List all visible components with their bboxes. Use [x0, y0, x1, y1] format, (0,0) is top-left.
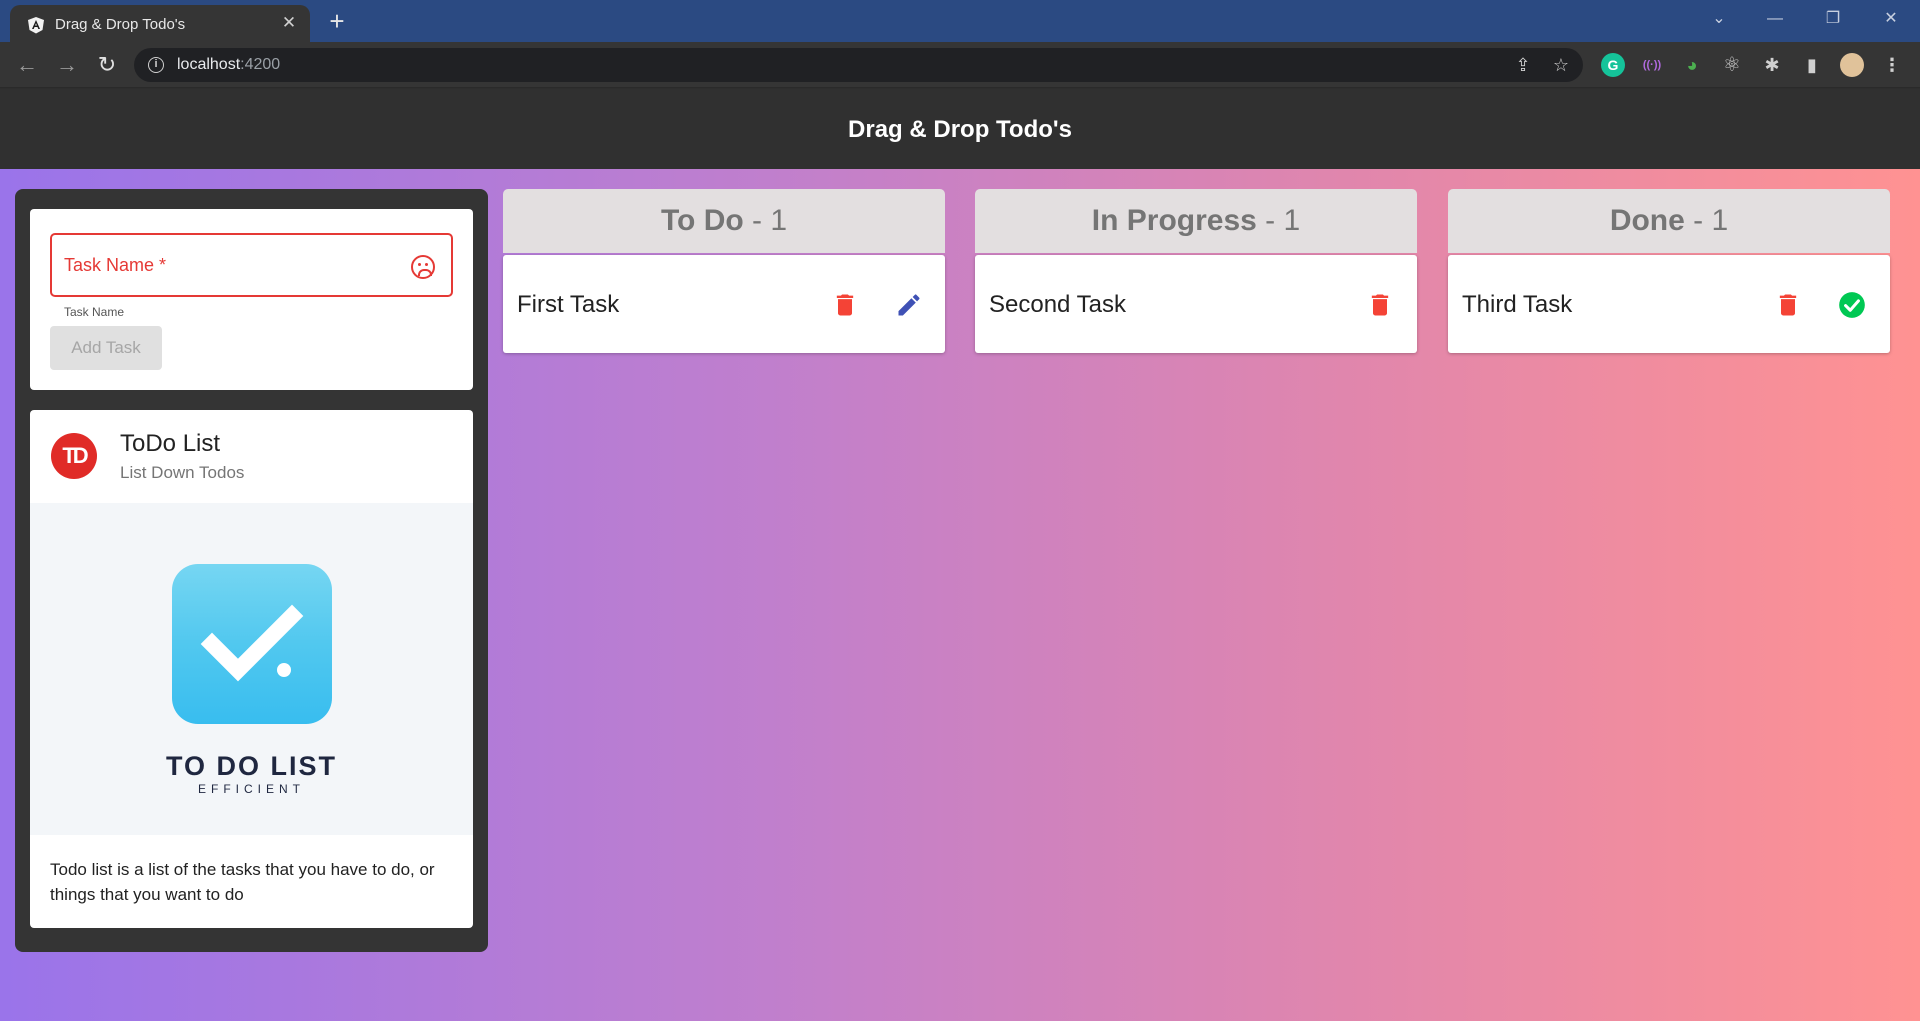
site-info-icon[interactable]: i: [148, 57, 164, 73]
share-icon[interactable]: ⇪: [1511, 54, 1535, 76]
task-card[interactable]: First Task: [503, 255, 945, 353]
app-header: Drag & Drop Todo's: [0, 89, 1920, 169]
card-subtitle: List Down Todos: [120, 463, 245, 482]
side-panel: Task Name * Task Name Add Task TD ToDo L…: [15, 189, 488, 952]
minimize-icon[interactable]: —: [1760, 6, 1790, 32]
url-port: :4200: [240, 56, 281, 73]
task-title: Second Task: [989, 291, 1126, 318]
task-name-field[interactable]: Task Name *: [50, 233, 453, 297]
browser-toolbar: ← → ↻ i localhost:4200 ⇪ ☆ G ((·)) ◕ ⚛ ✱…: [0, 42, 1920, 88]
column-header: To Do - 1: [503, 189, 945, 253]
extensions-puzzle-icon[interactable]: ✱: [1760, 53, 1784, 77]
logo-subtitle: EFFICIENT: [198, 782, 305, 796]
card-title: ToDo List: [120, 430, 221, 457]
column-header: Done - 1: [1448, 189, 1890, 253]
url-host: localhost: [177, 56, 241, 73]
checkmark-logo-icon: [172, 564, 332, 724]
complete-check-icon[interactable]: [1838, 291, 1866, 319]
edit-icon[interactable]: [895, 291, 923, 319]
card-description: Todo list is a list of the tasks that yo…: [50, 860, 435, 904]
devtools-icon[interactable]: ((·)): [1640, 53, 1664, 77]
angular-icon: [28, 17, 44, 34]
browser-menu-icon[interactable]: ⋮: [1880, 53, 1904, 77]
tab-title: Drag & Drop Todo's: [55, 16, 186, 33]
board-area: Task Name * Task Name Add Task TD ToDo L…: [0, 169, 1920, 1021]
column-name: In Progress: [1091, 204, 1257, 237]
address-bar[interactable]: i localhost:4200 ⇪ ☆: [134, 48, 1583, 82]
card-image: TO DO LIST EFFICIENT: [30, 503, 473, 835]
add-task-button[interactable]: Add Task: [50, 326, 162, 370]
task-card[interactable]: Second Task: [975, 255, 1417, 353]
task-title: Third Task: [1462, 291, 1573, 318]
page-title: Drag & Drop Todo's: [848, 116, 1072, 143]
new-tab-button[interactable]: +: [323, 8, 351, 36]
column-count: - 1: [1256, 204, 1301, 237]
forward-icon[interactable]: →: [52, 50, 82, 80]
restore-icon[interactable]: ❐: [1818, 6, 1848, 32]
todo-logo-avatar: TD: [51, 433, 97, 479]
delete-icon[interactable]: [1366, 291, 1394, 319]
reload-icon[interactable]: ↻: [92, 50, 122, 80]
column-name: Done: [1609, 204, 1685, 237]
side-panel-icon[interactable]: ▮: [1800, 53, 1824, 77]
logo-title: TO DO LIST: [165, 751, 337, 781]
task-name-input[interactable]: [64, 253, 394, 279]
browser-tab[interactable]: Drag & Drop Todo's ✕: [10, 5, 310, 43]
column-count: - 1: [1684, 204, 1729, 237]
url-text[interactable]: localhost:4200: [177, 56, 280, 74]
back-icon[interactable]: ←: [12, 50, 42, 80]
error-sad-face-icon: [411, 255, 435, 279]
todo-info-card: TD ToDo List List Down Todos TO DO LIST …: [30, 410, 473, 928]
browser-tabstrip: Drag & Drop Todo's ✕ + ⌄ — ❐ ✕: [0, 0, 1920, 43]
column-count: - 1: [743, 204, 788, 237]
window-close-icon[interactable]: ✕: [1876, 6, 1906, 32]
column-header: In Progress - 1: [975, 189, 1417, 253]
delete-icon[interactable]: [1774, 291, 1802, 319]
close-tab-icon[interactable]: ✕: [278, 12, 300, 34]
react-icon[interactable]: ⚛: [1720, 53, 1744, 77]
profile-avatar[interactable]: [1840, 53, 1864, 77]
colorzilla-icon[interactable]: ◕: [1680, 53, 1704, 77]
add-task-card: Task Name * Task Name Add Task: [30, 209, 473, 390]
column-name: To Do: [660, 204, 744, 237]
checkmark-icon: [200, 604, 304, 682]
tab-search-icon[interactable]: ⌄: [1704, 6, 1734, 32]
bookmark-star-icon[interactable]: ☆: [1549, 54, 1573, 76]
task-title: First Task: [517, 291, 620, 318]
task-name-hint: Task Name: [64, 305, 125, 319]
task-card[interactable]: Third Task: [1448, 255, 1890, 353]
delete-icon[interactable]: [831, 291, 859, 319]
grammarly-icon[interactable]: G: [1601, 53, 1625, 77]
